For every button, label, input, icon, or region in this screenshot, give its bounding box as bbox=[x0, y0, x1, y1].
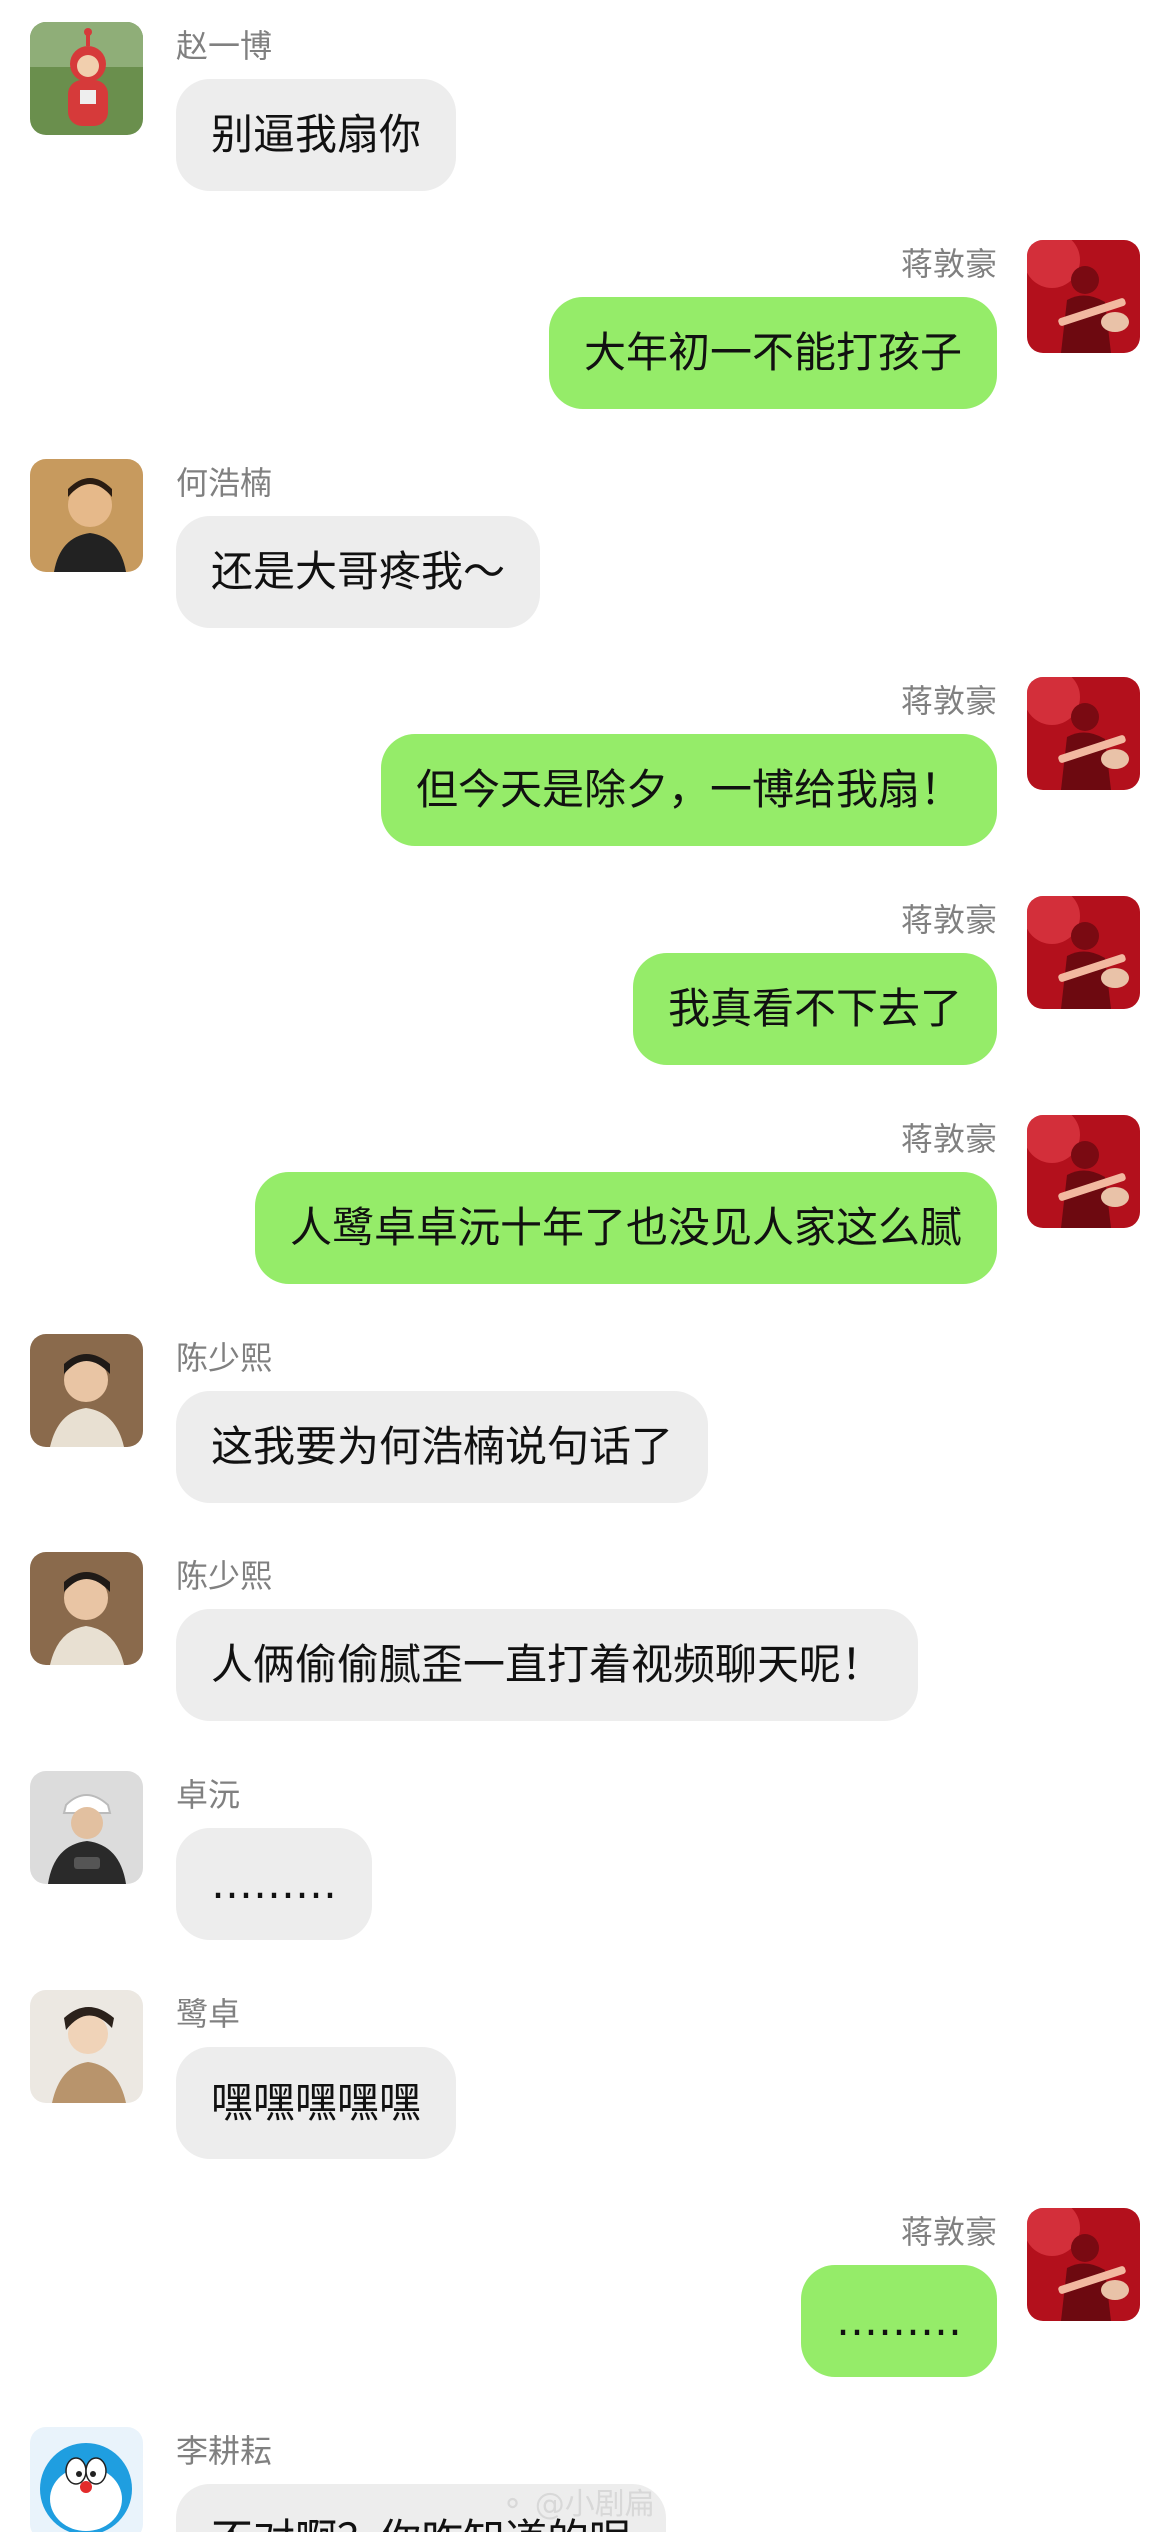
message-row: 陈少熙 人俩偷偷腻歪一直打着视频聊天呢！ bbox=[0, 1552, 1170, 1762]
message-bubble[interactable]: 人俩偷偷腻歪一直打着视频聊天呢！ bbox=[176, 1609, 919, 1721]
message-row: 何浩楠 还是大哥疼我～ bbox=[0, 459, 1170, 669]
message-bubble[interactable]: 嘿嘿嘿嘿嘿 bbox=[176, 2047, 457, 2159]
message-row: 陈少熙 这我要为何浩楠说句话了 bbox=[0, 1334, 1170, 1544]
guitar-stage-avatar[interactable] bbox=[1027, 2208, 1140, 2321]
message-bubble[interactable]: 人鹭卓卓沅十年了也没见人家这么腻 bbox=[254, 1172, 997, 1284]
message-bubble[interactable]: 别逼我扇你 bbox=[176, 79, 457, 191]
message-bubble[interactable]: 我真看不下去了 bbox=[632, 953, 997, 1065]
sender-name: 蒋敦豪 bbox=[900, 245, 997, 283]
teletubby-avatar[interactable] bbox=[30, 22, 143, 135]
chat-message-list[interactable]: 赵一博 别逼我扇你 蒋敦豪 大年初一不能打孩子 何浩楠 还是大哥疼我～ 蒋敦豪 … bbox=[0, 0, 1170, 2532]
portrait-avatar[interactable] bbox=[30, 1990, 143, 2103]
message-row: 蒋敦豪 大年初一不能打孩子 bbox=[0, 240, 1170, 450]
doraemon-avatar[interactable] bbox=[30, 2427, 143, 2532]
message-bubble[interactable]: ……… bbox=[176, 1828, 372, 1940]
sender-name: 何浩楠 bbox=[176, 464, 273, 502]
message-row: 蒋敦豪 我真看不下去了 bbox=[0, 896, 1170, 1106]
guitar-stage-avatar[interactable] bbox=[1027, 1115, 1140, 1228]
message-row: 蒋敦豪 ……… bbox=[0, 2208, 1170, 2418]
guitar-stage-avatar[interactable] bbox=[1027, 896, 1140, 1009]
guitar-stage-avatar[interactable] bbox=[1027, 677, 1140, 790]
message-bubble[interactable]: ……… bbox=[801, 2265, 997, 2377]
message-bubble[interactable]: 这我要为何浩楠说句话了 bbox=[176, 1391, 709, 1503]
sender-name: 陈少熙 bbox=[176, 1557, 273, 1595]
sender-name: 蒋敦豪 bbox=[900, 682, 997, 720]
message-bubble[interactable]: 还是大哥疼我～ bbox=[176, 516, 541, 628]
weibo-watermark: ⚬ @小剧扁 bbox=[500, 2488, 655, 2522]
sender-name: 陈少熙 bbox=[176, 1339, 273, 1377]
sender-name: 蒋敦豪 bbox=[900, 2213, 997, 2251]
sender-name: 赵一博 bbox=[176, 27, 273, 65]
sender-name: 蒋敦豪 bbox=[900, 901, 997, 939]
message-bubble[interactable]: 但今天是除夕，一博给我扇！ bbox=[380, 734, 997, 846]
sender-name: 鹭卓 bbox=[176, 1995, 241, 2033]
message-row: 蒋敦豪 但今天是除夕，一博给我扇！ bbox=[0, 677, 1170, 887]
watermark-text: @小剧扁 bbox=[534, 2487, 655, 2522]
portrait-avatar[interactable] bbox=[30, 459, 143, 572]
sender-name: 卓沅 bbox=[176, 1776, 241, 1814]
portrait-avatar[interactable] bbox=[30, 1334, 143, 1447]
message-row: 卓沅 ……… bbox=[0, 1771, 1170, 1981]
message-row: 赵一博 别逼我扇你 bbox=[0, 22, 1170, 232]
message-row: 蒋敦豪 人鹭卓卓沅十年了也没见人家这么腻 bbox=[0, 1115, 1170, 1325]
white-cap-avatar[interactable] bbox=[30, 1771, 143, 1884]
message-row: 鹭卓 嘿嘿嘿嘿嘿 bbox=[0, 1990, 1170, 2200]
sender-name: 蒋敦豪 bbox=[900, 1120, 997, 1158]
guitar-stage-avatar[interactable] bbox=[1027, 240, 1140, 353]
message-bubble[interactable]: 大年初一不能打孩子 bbox=[548, 297, 997, 409]
sender-name: 李耕耘 bbox=[176, 2432, 273, 2470]
weibo-icon: ⚬ bbox=[500, 2487, 526, 2522]
portrait-avatar[interactable] bbox=[30, 1552, 143, 1665]
